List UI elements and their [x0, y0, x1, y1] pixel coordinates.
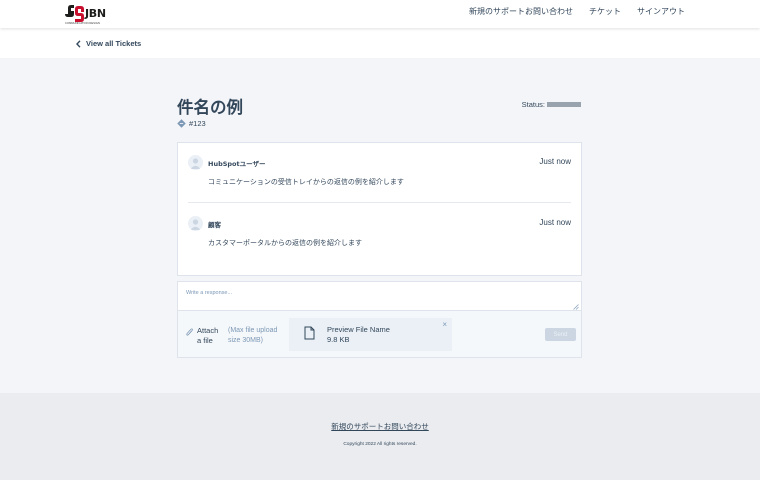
status-label: Status: — [521, 100, 545, 109]
user-avatar-icon — [188, 216, 203, 231]
document-icon — [304, 326, 315, 340]
message-body: カスタマーポータルからの返信の例を紹介します — [208, 239, 362, 247]
message-author: 顧客 — [208, 221, 221, 229]
ticket-tag-icon — [177, 119, 186, 128]
logo-mark-icon — [65, 5, 84, 23]
message-time: Just now — [539, 218, 571, 227]
ticket-status: Status: — [522, 100, 581, 109]
site-header: JBN COMMUNICATION DESIGN 新規のサポートお問い合わせ チ… — [0, 0, 760, 28]
site-footer: 新規のサポートお問い合わせ Copyright 2022 All rights … — [0, 393, 760, 480]
sub-bar: View all Tickets — [0, 28, 760, 58]
back-to-tickets-link[interactable]: View all Tickets — [76, 39, 141, 48]
message-body: コミュニケーションの受信トレイからの返信の例を紹介します — [208, 178, 404, 186]
nav-new-support-request[interactable]: 新規のサポートお問い合わせ — [469, 6, 573, 17]
nav-sign-out[interactable]: サインアウト — [637, 6, 685, 17]
attach-file-label: Attach a file — [197, 326, 219, 345]
message-author: HubSpotユーザー — [208, 160, 266, 168]
message-thread: HubSpotユーザー Just now コミュニケーションの受信トレイからの返… — [177, 142, 582, 276]
attach-file-button[interactable]: Attach a file — [186, 326, 223, 346]
footer-new-support-link[interactable]: 新規のサポートお問い合わせ — [0, 421, 760, 432]
ticket-title: 件名の例 — [177, 98, 243, 117]
response-input[interactable]: Write a response... — [178, 282, 581, 311]
resize-handle-icon[interactable] — [573, 304, 579, 310]
user-avatar-icon — [188, 155, 203, 170]
file-name: Preview File Name — [327, 325, 390, 334]
file-size: 9.8 KB — [327, 335, 350, 344]
paperclip-icon — [186, 328, 193, 336]
nav-tickets[interactable]: チケット — [589, 6, 621, 17]
file-preview: Preview File Name 9.8 KB × — [289, 318, 452, 351]
footer-copyright: Copyright 2022 All rights reserved. — [343, 442, 417, 447]
send-button[interactable]: Send — [545, 328, 576, 341]
attach-size-hint: (Max file upload size 30MB) — [228, 327, 278, 344]
main-nav: 新規のサポートお問い合わせ チケット サインアウト — [469, 0, 685, 22]
ticket-id: #123 — [177, 119, 206, 128]
status-value-placeholder — [547, 102, 581, 107]
close-icon[interactable]: × — [442, 320, 447, 329]
logo-subtext: COMMUNICATION DESIGN — [65, 22, 100, 25]
logo[interactable]: JBN COMMUNICATION DESIGN — [65, 4, 106, 25]
logo-text: JBN — [85, 7, 106, 20]
back-label: View all Tickets — [86, 39, 142, 48]
reply-form: Write a response... Attach a file (Max f… — [177, 281, 582, 358]
message-divider — [188, 202, 571, 203]
message-time: Just now — [539, 157, 571, 166]
chevron-left-icon — [76, 39, 81, 48]
ticket-id-value: #123 — [189, 119, 206, 128]
